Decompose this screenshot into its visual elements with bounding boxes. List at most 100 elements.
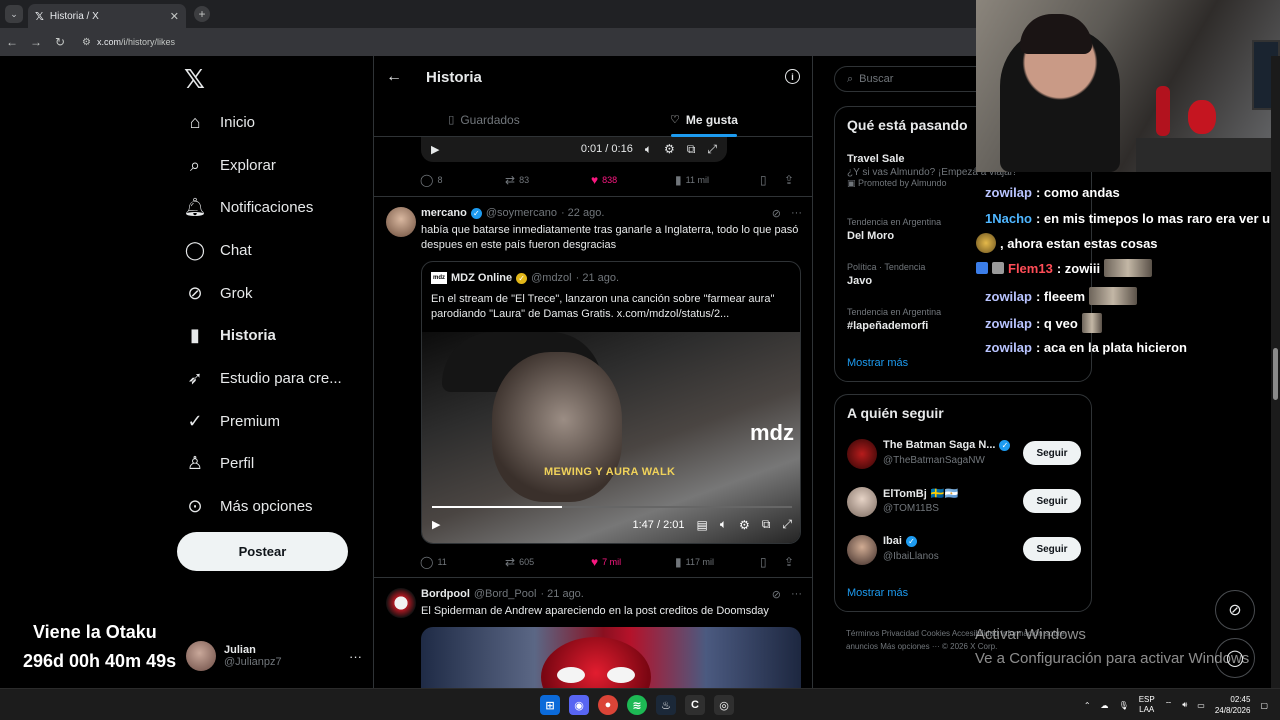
language-indicator[interactable]: ESP LAA: [1139, 695, 1155, 715]
volume-icon[interactable]: 🔈︎: [645, 142, 652, 157]
like-button[interactable]: ♥ 838: [591, 173, 675, 187]
fullscreen-icon[interactable]: ⤢: [707, 142, 717, 157]
steam-icon[interactable]: ♨: [656, 695, 676, 715]
scrollbar-thumb[interactable]: [1273, 348, 1278, 400]
back-icon[interactable]: ←: [0, 35, 24, 49]
author-name[interactable]: Bordpool: [421, 588, 470, 600]
grok-float-button[interactable]: ⊘: [1215, 590, 1255, 630]
back-arrow-icon[interactable]: ←: [386, 68, 402, 86]
share-button[interactable]: ⇪: [784, 173, 794, 187]
show-more-follow-link[interactable]: Mostrar más: [847, 587, 908, 599]
obs-icon[interactable]: ◎: [714, 695, 734, 715]
nav-item-explorar[interactable]: ⌕ Explorar: [184, 147, 276, 183]
tweet-mercano[interactable]: mercano ✓ @soymercano · 22 ago. ⊘ ··· ha…: [374, 196, 812, 578]
views-button[interactable]: ▮ 117 mil: [675, 555, 760, 569]
more-icon[interactable]: ···: [349, 649, 362, 664]
chrome-icon[interactable]: ●: [598, 695, 618, 715]
new-tab-button[interactable]: +: [194, 6, 210, 22]
tweet-date[interactable]: · 21 ago.: [540, 588, 583, 600]
bookmark-button[interactable]: ▯: [760, 173, 784, 187]
grok-icon[interactable]: ⊘: [772, 588, 781, 601]
nav-item-chat[interactable]: ◯ Chat: [184, 232, 252, 268]
show-more-trends-link[interactable]: Mostrar más: [847, 357, 908, 369]
quote-date: · 21 ago.: [575, 272, 620, 284]
chat-message: 1Nacho : en mis timepos lo mas raro era …: [976, 211, 1270, 226]
notification-icon[interactable]: ▢: [1260, 701, 1268, 710]
play-icon[interactable]: ▶: [432, 518, 440, 531]
url-field[interactable]: ⚙ x.com/i/history/likes: [82, 37, 175, 48]
chat-text: , ahora estan estas cosas: [1000, 235, 1158, 251]
post-button[interactable]: Postear: [177, 532, 348, 571]
forward-icon[interactable]: →: [24, 35, 48, 49]
grok-icon[interactable]: ⊘: [772, 207, 781, 220]
discord-icon[interactable]: ◉: [569, 695, 589, 715]
tweet-bordpool[interactable]: Bordpool @Bord_Pool · 21 ago. ⊘ ··· El S…: [374, 577, 812, 688]
settings-icon[interactable]: ⚙: [739, 518, 750, 532]
video-progress-bar[interactable]: [432, 506, 792, 508]
avatar[interactable]: [386, 588, 416, 618]
author-handle[interactable]: @soymercano: [486, 207, 557, 219]
tab-close-icon[interactable]: ✕: [170, 10, 179, 23]
network-icon[interactable]: ☁: [1101, 701, 1109, 710]
repost-button[interactable]: ⇄ 83: [505, 173, 591, 187]
author-name[interactable]: mercano: [421, 207, 467, 219]
more-icon[interactable]: ···: [791, 588, 802, 601]
play-icon[interactable]: ▶: [431, 143, 439, 156]
follow-button[interactable]: Seguir: [1023, 441, 1081, 465]
windows-start-icon[interactable]: ⊞: [540, 695, 560, 715]
nav-item-mas-opciones[interactable]: ⊙ Más opciones: [184, 488, 312, 524]
author-handle[interactable]: @Bord_Pool: [474, 588, 537, 600]
mic-icon[interactable]: 🎙︎: [1119, 701, 1129, 710]
reload-icon[interactable]: ↻: [48, 35, 72, 49]
follow-suggestion[interactable]: The Batman Saga N... ✓ @TheBatmanSagaNW S…: [847, 437, 1081, 473]
page-scrollbar[interactable]: [1271, 56, 1280, 688]
reply-button[interactable]: ◯ 8: [420, 173, 505, 187]
reply-button[interactable]: ◯ 11: [420, 555, 505, 569]
follow-button[interactable]: Seguir: [1023, 537, 1081, 561]
repost-button[interactable]: ⇄ 605: [505, 555, 591, 569]
account-switcher[interactable]: Julian @Julianpz7 ···: [186, 638, 366, 674]
wifi-icon[interactable]: ⌔: [1165, 700, 1173, 710]
volume-icon[interactable]: 🔊︎: [1182, 700, 1187, 710]
settings-icon[interactable]: ⚙: [664, 142, 675, 156]
tweet-date[interactable]: · 22 ago.: [561, 207, 604, 219]
nav-item-notificaciones[interactable]: 🔔︎ Notificaciones: [184, 189, 314, 225]
pip-icon[interactable]: ⧉: [687, 142, 696, 157]
tray-expand-icon[interactable]: ⌃: [1084, 701, 1091, 710]
tab-me-gusta[interactable]: ♡ Me gusta: [594, 102, 812, 137]
taskbar-clock[interactable]: 02:45 24/8/2026: [1215, 694, 1251, 716]
like-button[interactable]: ♥ 7 mil: [591, 555, 675, 569]
x-logo-icon[interactable]: 𝕏: [184, 64, 205, 95]
spotify-icon[interactable]: ≋: [627, 695, 647, 715]
volume-icon[interactable]: 🔈︎: [720, 517, 727, 532]
avatar[interactable]: [386, 207, 416, 237]
info-icon[interactable]: i: [785, 69, 800, 84]
follow-suggestion[interactable]: Ibai ✓ @IbaiLlanos Seguir: [847, 533, 1081, 569]
bookmark-icon: ▮: [190, 324, 200, 345]
share-button[interactable]: ⇪: [784, 555, 794, 569]
bookmark-button[interactable]: ▯: [760, 555, 784, 569]
follow-button[interactable]: Seguir: [1023, 489, 1081, 513]
tab-search-icon[interactable]: ⌄: [5, 5, 23, 23]
pip-icon[interactable]: ⧉: [762, 517, 771, 532]
site-info-icon[interactable]: ⚙: [82, 37, 91, 48]
nav-item-inicio[interactable]: ⌂ Inicio: [184, 104, 255, 140]
battery-icon[interactable]: ▭: [1197, 701, 1205, 710]
tweet-media-image[interactable]: [421, 627, 801, 688]
nav-item-grok[interactable]: ⊘ Grok: [184, 275, 252, 311]
tab-guardados[interactable]: ▯ Guardados: [374, 102, 594, 137]
browser-tab[interactable]: 𝕏 Historia / X ✕: [28, 4, 186, 28]
quoted-tweet[interactable]: mdz MDZ Online ✓ @mdzol · 21 ago. En el …: [421, 261, 801, 544]
app-icon[interactable]: C: [685, 695, 705, 715]
nav-item-estudio[interactable]: ➶ Estudio para cre...: [184, 360, 341, 396]
views-button[interactable]: ▮ 11 mil: [675, 173, 760, 187]
follow-suggestion[interactable]: ElTomBj 🇸🇪🇦🇷 @TOM11BS Seguir: [847, 485, 1081, 521]
video-player[interactable]: mdz MEWING Y AURA WALK ▶ 1:47 / 2:01 ▤ 🔈…: [422, 332, 800, 543]
more-icon[interactable]: ···: [791, 207, 802, 220]
nav-item-historia[interactable]: ▮ Historia: [184, 317, 276, 353]
captions-icon[interactable]: ▤: [697, 518, 708, 532]
follow-name: ElTomBj: [883, 487, 927, 500]
nav-item-premium[interactable]: ✓ Premium: [184, 403, 280, 439]
fullscreen-icon[interactable]: ⤢: [782, 517, 792, 532]
nav-item-perfil[interactable]: ♙ Perfil: [184, 445, 254, 481]
